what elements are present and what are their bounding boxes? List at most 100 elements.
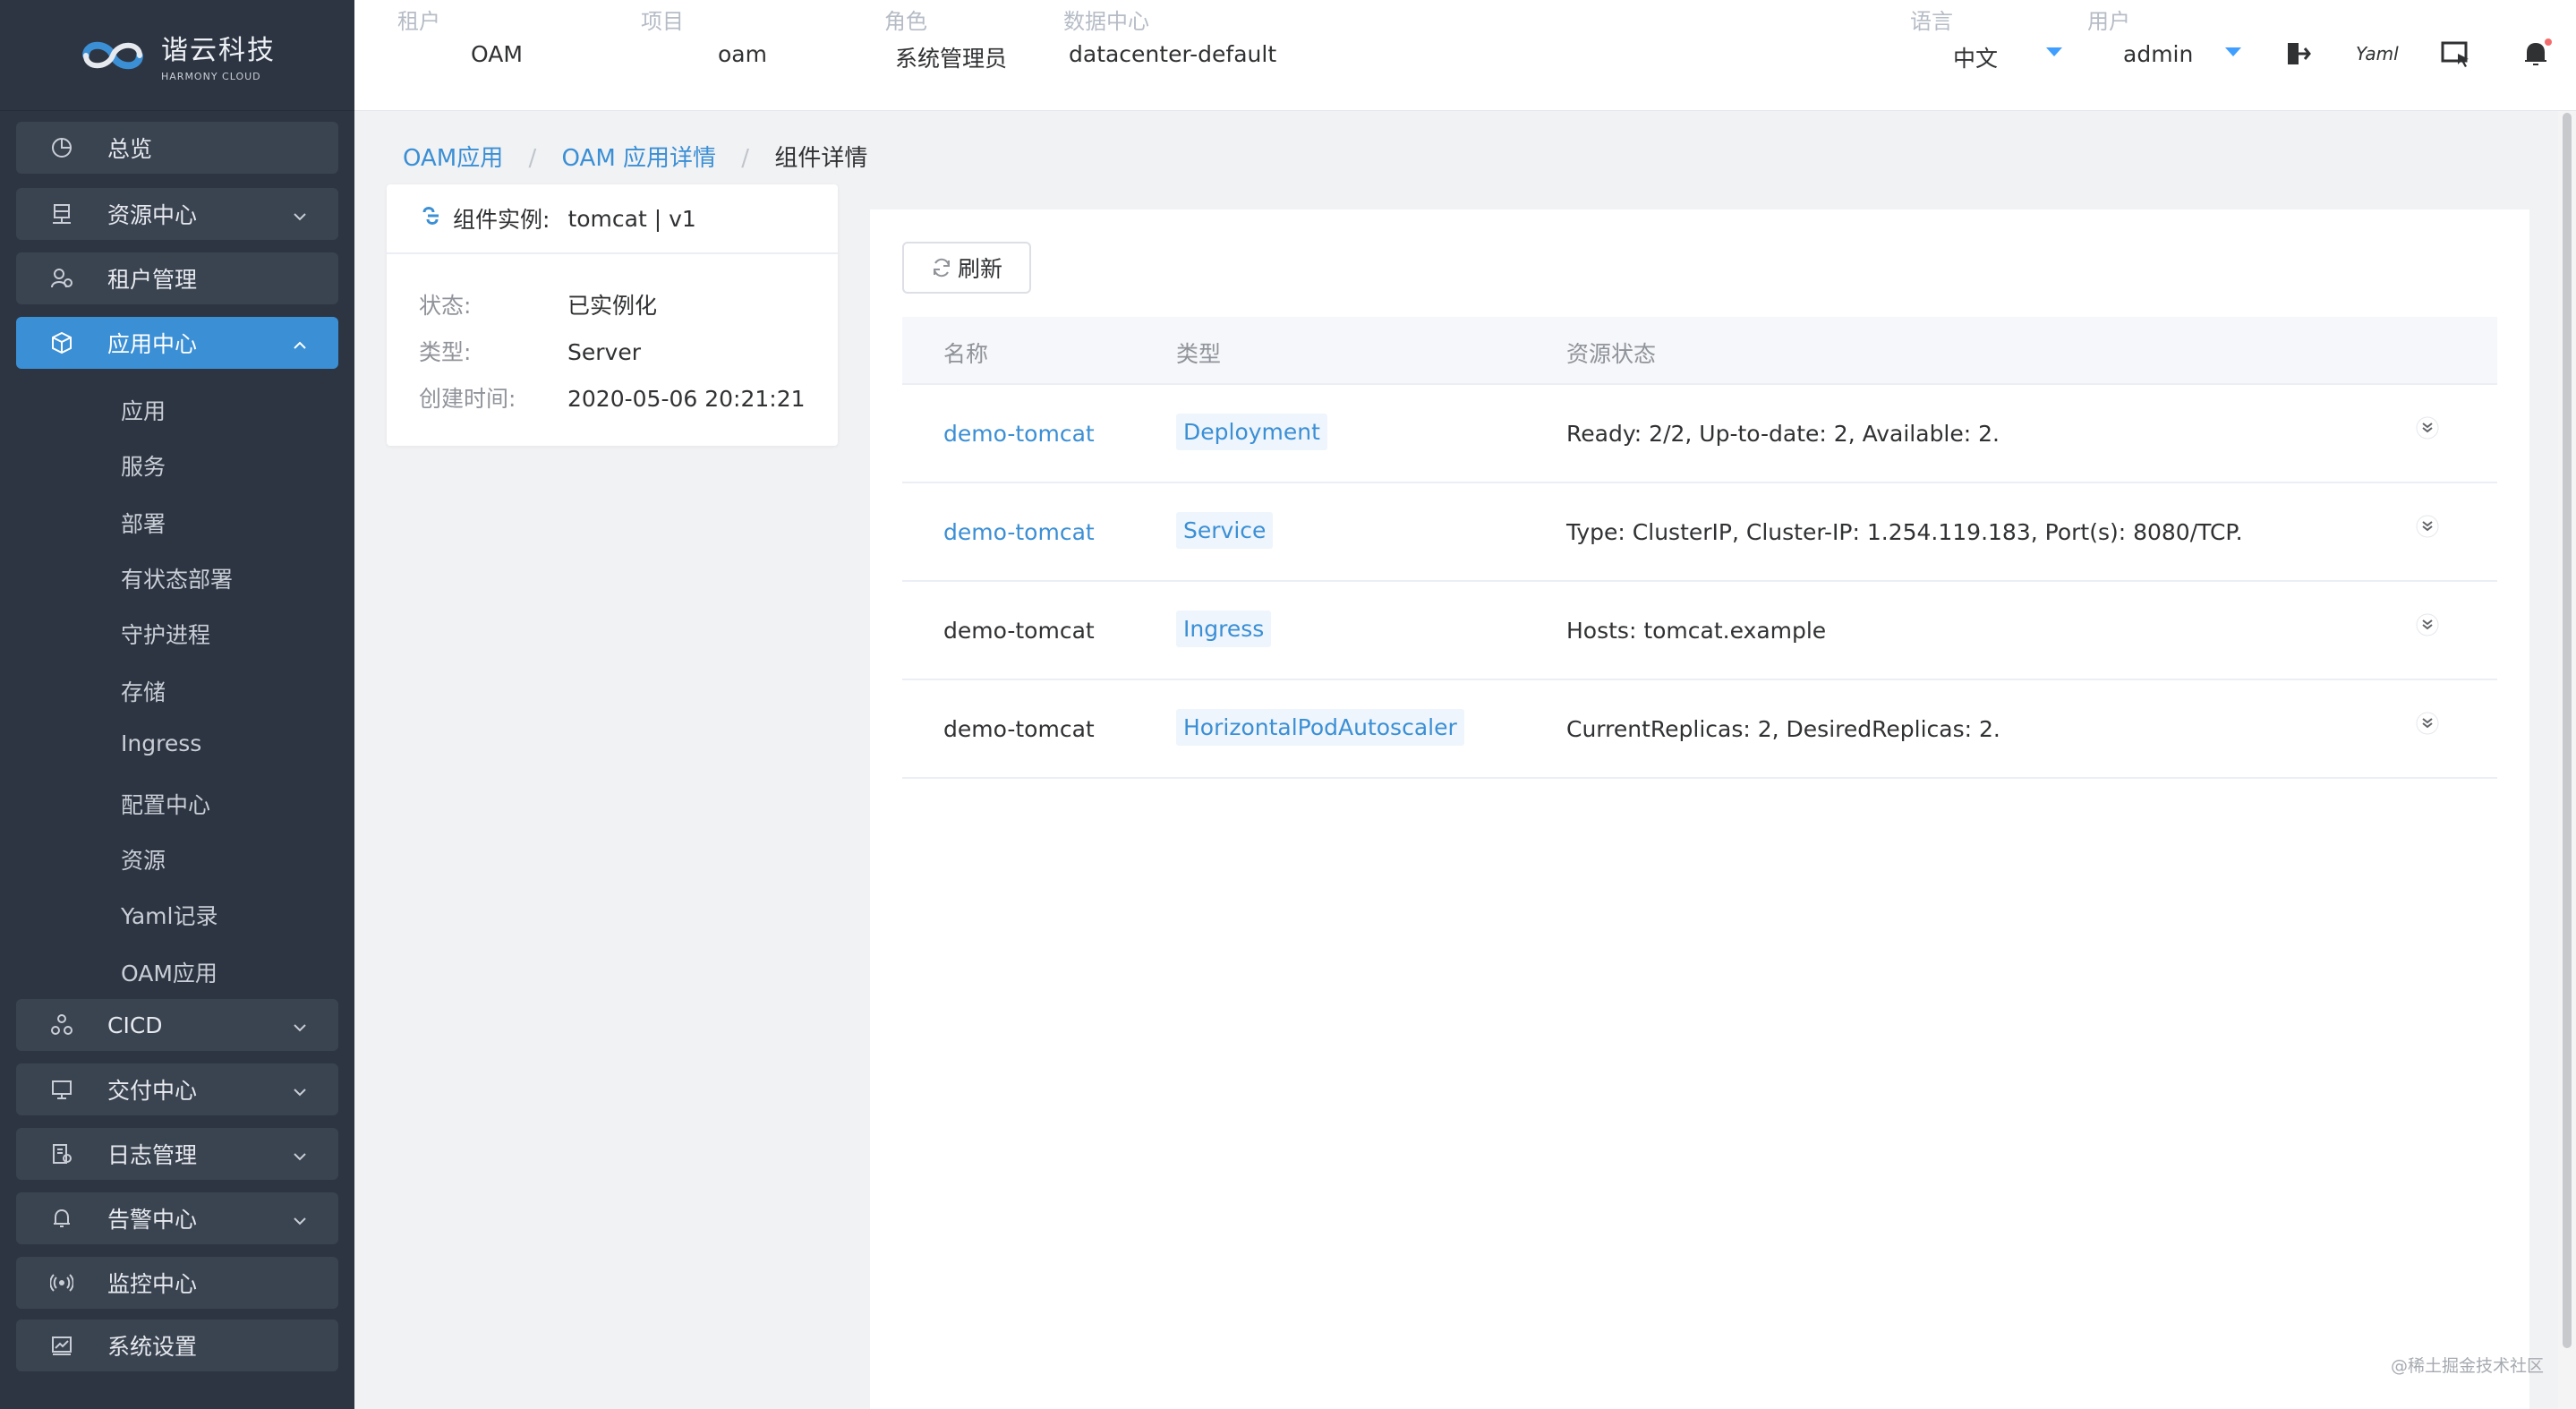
submenu-item-storage[interactable]: 存储 (121, 675, 166, 707)
submenu-item-oam-apps[interactable]: OAM应用 (121, 956, 218, 988)
resources-panel: 刷新 名称 类型 资源状态 demo-tomcat Deployment Rea… (870, 209, 2529, 1409)
submenu-item-daemonsets[interactable]: 守护进程 (121, 618, 210, 650)
user-label: 用户 (2087, 9, 2130, 34)
link-component-icon (419, 203, 444, 234)
logout-icon[interactable] (2281, 38, 2313, 70)
cicd-icon (48, 1012, 75, 1038)
harmony-cloud-logo-icon (77, 35, 149, 76)
brand-name: 谐云科技 (161, 35, 276, 66)
menu-item-application-center[interactable]: 应用中心 (16, 317, 338, 369)
menu-item-label: 总览 (107, 136, 153, 162)
component-info-card: 组件实例: tomcat | v1 状态: 已实例化 类型: Server 创建时间… (387, 184, 838, 446)
expand-row-icon[interactable] (2415, 415, 2440, 440)
component-card-header: 组件实例: tomcat | v1 (387, 184, 838, 254)
submenu-item-apps[interactable]: 应用 (121, 394, 166, 426)
column-header-type: 类型 (1176, 341, 1222, 367)
yaml-icon[interactable]: Yaml (2356, 43, 2410, 75)
type-row: 类型: Server (419, 335, 641, 367)
resource-status: CurrentReplicas: 2, DesiredReplicas: 2. (1566, 716, 2000, 742)
language-select[interactable]: 中文 (1953, 41, 1998, 73)
resource-name-link[interactable]: demo-tomcat (943, 519, 1095, 545)
resource-name-link[interactable]: demo-tomcat (943, 421, 1095, 447)
server-icon (48, 201, 75, 227)
chevron-down-icon (292, 1015, 308, 1032)
expand-row-icon[interactable] (2415, 514, 2440, 539)
resources-table: 名称 类型 资源状态 demo-tomcat Deployment Ready:… (902, 317, 2497, 779)
submenu-item-resources[interactable]: 资源 (121, 843, 166, 875)
chevron-down-icon (292, 204, 308, 221)
created-row: 创建时间: 2020-05-06 20:21:21 (419, 381, 806, 414)
table-row: demo-tomcat Ingress Hosts: tomcat.exampl… (902, 582, 2497, 680)
user-caret-icon[interactable] (2225, 47, 2241, 56)
tenant-select[interactable]: OAM (471, 41, 523, 67)
menu-item-label: 告警中心 (107, 1207, 198, 1233)
menu-item-cicd[interactable]: CICD (16, 999, 338, 1051)
resource-name: demo-tomcat (943, 618, 1095, 644)
screen-cursor-icon[interactable] (2440, 38, 2472, 70)
resource-name: demo-tomcat (943, 716, 1095, 742)
breadcrumb-separator: / (741, 145, 750, 172)
role-value: 系统管理员 (895, 46, 1008, 72)
menu-item-label: 系统设置 (107, 1334, 198, 1360)
tenant-label: 租户 (397, 9, 440, 34)
chevron-down-icon (292, 1080, 308, 1097)
menu-item-alert-center[interactable]: 告警中心 (16, 1192, 338, 1244)
user-select[interactable]: admin (2123, 41, 2193, 67)
submenu-item-yaml-records[interactable]: Yaml记录 (121, 899, 218, 931)
component-instance-label: 组件实例: (453, 207, 550, 233)
menu-item-label: 租户管理 (107, 267, 198, 293)
breadcrumb-current: 组件详情 (774, 145, 868, 172)
menu-item-label: 日志管理 (107, 1142, 198, 1168)
menu-item-resource-center[interactable]: 资源中心 (16, 188, 338, 240)
breadcrumb-oam-app-detail[interactable]: OAM 应用详情 (562, 145, 717, 172)
menu-item-monitoring-center[interactable]: 监控中心 (16, 1257, 338, 1309)
brand-logo[interactable]: 谐云科技 HARMONY CLOUD (0, 0, 354, 111)
page-scrollbar-thumb[interactable] (2563, 113, 2572, 1348)
expand-row-icon[interactable] (2415, 711, 2440, 736)
language-caret-icon[interactable] (2046, 47, 2062, 56)
resource-status: Hosts: tomcat.example (1566, 618, 1827, 644)
chevron-down-icon (292, 1208, 308, 1225)
resource-type-tag[interactable]: HorizontalPodAutoscaler (1176, 709, 1464, 746)
menu-item-tenant-management[interactable]: 租户管理 (16, 252, 338, 304)
role-label: 角色 (884, 9, 927, 34)
users-icon (48, 265, 75, 292)
resource-type-tag[interactable]: Ingress (1176, 611, 1272, 647)
resource-status: Type: ClusterIP, Cluster-IP: 1.254.119.1… (1566, 519, 2243, 545)
sidebar: 谐云科技 HARMONY CLOUD 总览 资源中心 租户管理 应用中心 应用 … (0, 0, 354, 1409)
breadcrumb-oam-apps[interactable]: OAM应用 (403, 145, 503, 172)
page-scrollbar[interactable] (2558, 111, 2576, 1409)
signal-icon (48, 1269, 75, 1296)
project-label: 项目 (641, 9, 684, 34)
language-label: 语言 (1910, 9, 1953, 34)
menu-item-overview[interactable]: 总览 (16, 122, 338, 174)
datacenter-select[interactable]: datacenter-default (1069, 41, 1276, 67)
resource-type-tag[interactable]: Deployment (1176, 414, 1327, 450)
menu-item-system-settings[interactable]: 系统设置 (16, 1319, 338, 1371)
settings-chart-icon (48, 1332, 75, 1359)
menu-item-delivery-center[interactable]: 交付中心 (16, 1063, 338, 1115)
submenu-item-ingress[interactable]: Ingress (121, 730, 201, 756)
status-row: 状态: 已实例化 (419, 288, 657, 320)
submenu-item-statefulsets[interactable]: 有状态部署 (121, 562, 233, 594)
pie-chart-icon (48, 134, 75, 161)
expand-row-icon[interactable] (2415, 612, 2440, 637)
brand-name-en: HARMONY CLOUD (161, 71, 261, 82)
refresh-label: 刷新 (957, 256, 1002, 282)
menu-item-log-management[interactable]: 日志管理 (16, 1128, 338, 1180)
project-select[interactable]: oam (718, 41, 767, 67)
resource-type-tag[interactable]: Service (1176, 512, 1274, 549)
notification-bell-icon[interactable] (2521, 38, 2553, 70)
watermark: @稀土掘金技术社区 (2390, 1356, 2544, 1376)
submenu-item-services[interactable]: 服务 (121, 449, 166, 482)
type-value: Server (567, 339, 641, 365)
menu-item-label: 交付中心 (107, 1078, 198, 1104)
breadcrumb-separator: / (528, 145, 537, 172)
monitor-icon (48, 1076, 75, 1103)
refresh-icon (931, 257, 952, 278)
submenu-item-config-center[interactable]: 配置中心 (121, 788, 210, 820)
refresh-button[interactable]: 刷新 (902, 242, 1031, 294)
datacenter-label: 数据中心 (1063, 9, 1149, 34)
submenu-item-deployments[interactable]: 部署 (121, 507, 166, 539)
status-label: 状态: (419, 293, 472, 319)
